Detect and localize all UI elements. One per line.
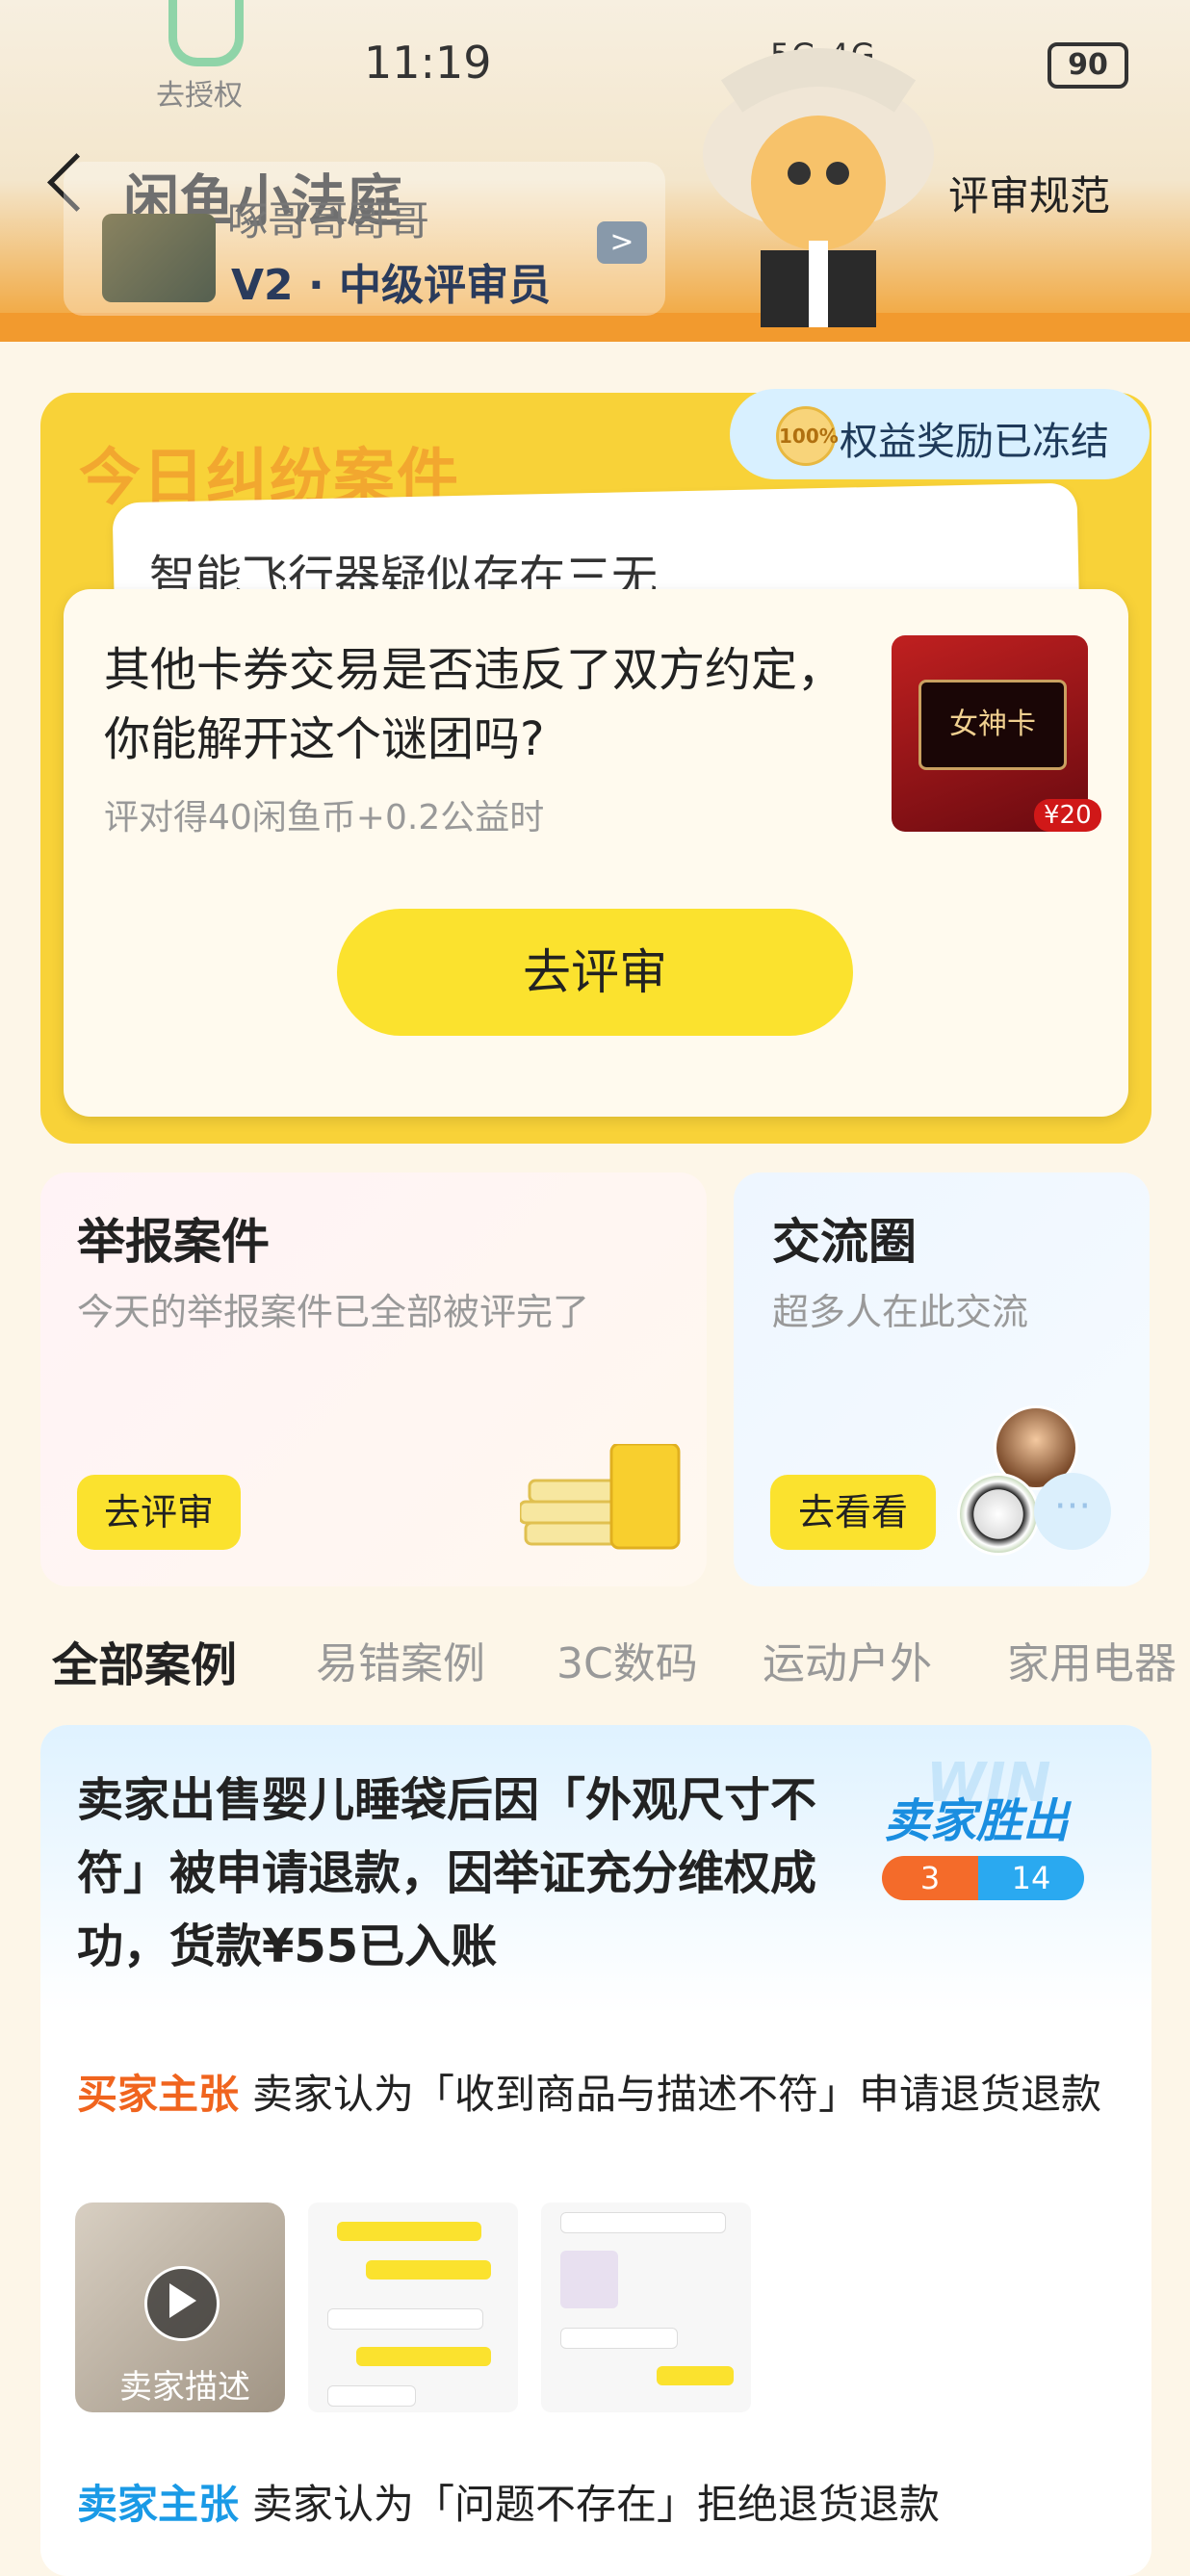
community-view-button[interactable]: 去看看 [770,1475,936,1550]
claim-row-2: 卖家主张 卖家认为「问题不存在」拒绝退货退款 [77,2476,1107,2534]
more-members-icon: ··· [1034,1473,1111,1550]
claim-row: 买家主张 卖家认为「收到商品与描述不符」申请退货退款 [77,2066,1107,2124]
community-subtitle: 超多人在此交流 [772,1291,1029,1333]
case-reward: 评对得40闲鱼币+0.2公益时 [104,798,545,837]
battery-icon: 90 [1048,42,1128,89]
auth-logo-icon[interactable] [168,0,244,66]
rules-link[interactable]: 评审规范 [948,164,1110,222]
report-cases-subtitle: 今天的举报案件已全部被评完了 [77,1291,590,1333]
claim-text-seller: 卖家认为「问题不存在」拒绝退货退款 [252,2481,941,2528]
member-avatar-panda [957,1473,1040,1556]
buyer-votes: 3 [882,1856,978,1900]
header-banner-strip [0,313,1190,342]
case-product-price: ¥20 [1034,799,1101,832]
tab-3c-digital[interactable]: 3C数码 [556,1629,698,1690]
status-time: 11:19 [364,37,492,89]
evidence-video-label: 卖家描述 [119,2368,250,2407]
evidence-chat-screenshot-2[interactable] [541,2202,751,2412]
user-avatar [102,214,216,302]
play-triangle-icon [169,2283,196,2318]
tab-error-prone[interactable]: 易错案例 [316,1629,485,1690]
report-cases-title: 举报案件 [77,1214,270,1270]
coin-icon: 100% [776,406,839,466]
go-review-button[interactable]: 去评审 [337,909,853,1036]
case-question: 其他卡券交易是否违反了双方约定，你能解开这个谜团吗? [104,643,844,766]
claim-tag-seller: 卖家主张 [77,2481,240,2528]
case-result-label: 卖家胜出 [884,1794,1070,1848]
claim-text-buyer: 卖家认为「收到商品与描述不符」申请退货退款 [252,2071,1102,2118]
case-headline: 卖家出售婴儿睡袋后因「外观尺寸不符」被申请退款，因举证充分维权成功，货款¥55已… [77,1773,817,1973]
frozen-rewards-label: 权益奖励已冻结 [840,420,1109,464]
evidence-chat-screenshot[interactable] [308,2202,518,2412]
chevron-right-icon[interactable]: > [597,221,647,264]
auth-label[interactable]: 去授权 [156,71,243,114]
tab-all-cases[interactable]: 全部案例 [52,1627,237,1694]
tab-home-appliances[interactable]: 家用电器 [1007,1629,1177,1690]
tab-outdoor-sports[interactable]: 运动户外 [763,1629,932,1690]
judge-mascot-icon [703,48,934,327]
case-product-label: 女神卡 [918,680,1067,770]
report-review-button[interactable]: 去评审 [77,1475,241,1550]
user-name: 啄哥哥哥哥 [227,197,430,245]
claim-tag-buyer: 买家主张 [77,2071,240,2118]
stacked-case-text: 智能飞行器疑似存在三无 [149,551,659,597]
reviewer-level-badge: V2 · 中级评审员 [231,261,552,310]
seller-votes: 14 [978,1856,1084,1900]
community-title: 交流圈 [772,1214,917,1270]
books-icon [520,1444,681,1550]
